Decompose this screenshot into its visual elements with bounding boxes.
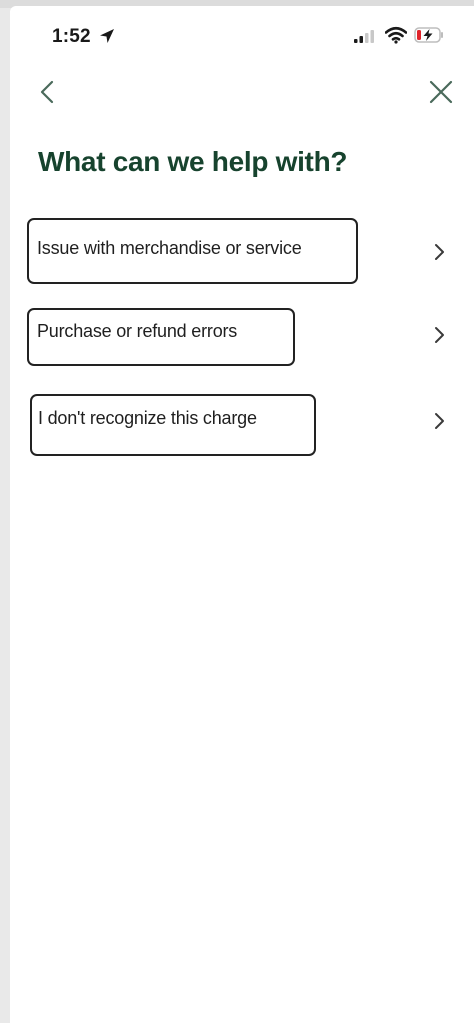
close-button[interactable] [428,79,454,105]
chevron-right-icon [435,413,444,429]
chevron-right-icon [435,327,444,343]
chevron-right-icon [435,244,444,260]
option-unrecognized-charge[interactable]: I don't recognize this charge [10,394,474,458]
page-title: What can we help with? [38,146,348,177]
status-bar: 1:52 [10,6,474,64]
cellular-signal-icon [354,30,374,43]
option-purchase-refund-errors[interactable]: Purchase or refund errors [10,308,474,368]
option-merchandise-service[interactable]: Issue with merchandise or service [10,218,474,286]
wifi-icon [385,26,407,44]
battery-charging-icon [414,27,443,43]
option-label: I don't recognize this charge [38,408,257,428]
option-label: Issue with merchandise or service [37,238,302,258]
status-time: 1:52 [52,26,91,47]
option-label: Purchase or refund errors [37,321,238,341]
app-screen: 1:52 What can we help with? Issue with m… [10,6,474,1023]
back-button[interactable] [36,74,60,110]
location-arrow-icon [100,29,114,43]
